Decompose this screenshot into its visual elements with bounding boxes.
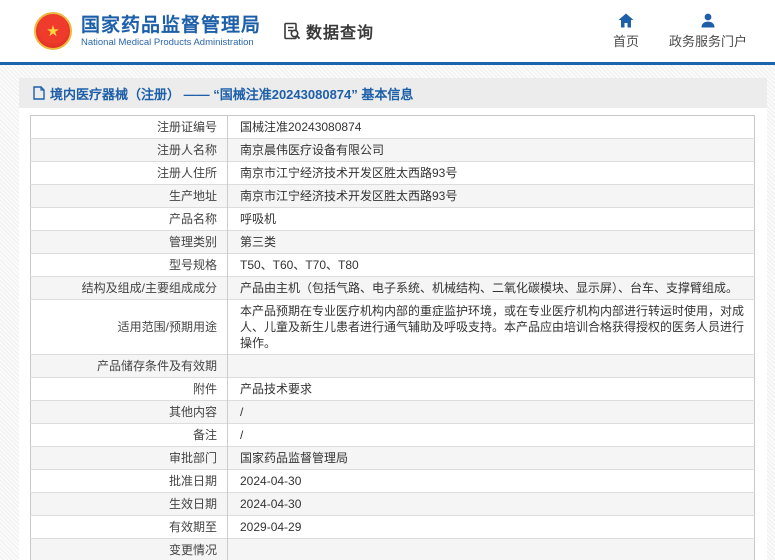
- breadcrumb-text: 境内医疗器械（注册） —— “国械注准20243080874” 基本信息: [50, 84, 413, 103]
- row-label: 生产地址: [31, 185, 228, 208]
- table-row: 审批部门国家药品监督管理局: [31, 447, 755, 470]
- nav-item-portal[interactable]: 政务服务门户: [669, 13, 747, 50]
- top-nav: 首页 政务服务门户: [613, 13, 751, 50]
- row-label: 附件: [31, 378, 228, 401]
- document-search-icon: [283, 22, 302, 41]
- row-value: 2024-04-30: [228, 470, 755, 493]
- table-row: 其他内容/: [31, 401, 755, 424]
- row-value: [228, 355, 755, 378]
- row-label: 产品储存条件及有效期: [31, 355, 228, 378]
- row-value: 国械注准20243080874: [228, 116, 755, 139]
- table-row: 附件产品技术要求: [31, 378, 755, 401]
- site-header: ★ 国家药品监督管理局 National Medical Products Ad…: [0, 0, 775, 62]
- row-label: 产品名称: [31, 208, 228, 231]
- row-label: 有效期至: [31, 516, 228, 539]
- header-divider: [0, 62, 775, 65]
- table-row: 注册证编号国械注准20243080874: [31, 116, 755, 139]
- row-label: 变更情况: [31, 539, 228, 560]
- table-row: 产品名称呼吸机: [31, 208, 755, 231]
- row-label: 注册人住所: [31, 162, 228, 185]
- row-label: 批准日期: [31, 470, 228, 493]
- agency-title-block: 国家药品监督管理局 National Medical Products Admi…: [81, 14, 261, 49]
- row-label: 审批部门: [31, 447, 228, 470]
- row-value: 产品由主机（包括气路、电子系统、机械结构、二氧化碳模块、显示屏）、台车、支撑臂组…: [228, 277, 755, 300]
- star-icon: ★: [46, 24, 59, 39]
- row-value: 2029-04-29: [228, 516, 755, 539]
- table-row: 生效日期2024-04-30: [31, 493, 755, 516]
- nav-home-label: 首页: [613, 31, 639, 50]
- data-query-label: 数据查询: [306, 19, 374, 43]
- user-icon: [700, 13, 716, 28]
- row-label: 注册人名称: [31, 139, 228, 162]
- table-row: 结构及组成/主要组成成分产品由主机（包括气路、电子系统、机械结构、二氧化碳模块、…: [31, 277, 755, 300]
- row-label: 注册证编号: [31, 116, 228, 139]
- row-label: 适用范围/预期用途: [31, 300, 228, 355]
- row-value: T50、T60、T70、T80: [228, 254, 755, 277]
- row-label: 生效日期: [31, 493, 228, 516]
- breadcrumb: 境内医疗器械（注册） —— “国械注准20243080874” 基本信息: [19, 78, 767, 108]
- table-row: 注册人住所南京市江宁经济技术开发区胜太西路93号: [31, 162, 755, 185]
- table-row: 型号规格T50、T60、T70、T80: [31, 254, 755, 277]
- data-query-tab[interactable]: 数据查询: [283, 19, 374, 43]
- agency-name-en: National Medical Products Administration: [81, 37, 261, 49]
- nav-portal-label: 政务服务门户: [669, 31, 747, 50]
- table-row: 生产地址南京市江宁经济技术开发区胜太西路93号: [31, 185, 755, 208]
- row-value: 南京晨伟医疗设备有限公司: [228, 139, 755, 162]
- row-label: 其他内容: [31, 401, 228, 424]
- row-label: 结构及组成/主要组成成分: [31, 277, 228, 300]
- row-label: 型号规格: [31, 254, 228, 277]
- table-row: 有效期至2029-04-29: [31, 516, 755, 539]
- row-value: 南京市江宁经济技术开发区胜太西路93号: [228, 162, 755, 185]
- home-icon: [618, 13, 634, 28]
- row-label: 备注: [31, 424, 228, 447]
- row-value: 第三类: [228, 231, 755, 254]
- row-value: [228, 539, 755, 560]
- national-emblem-logo: ★: [34, 12, 72, 50]
- row-value: 国家药品监督管理局: [228, 447, 755, 470]
- row-label: 管理类别: [31, 231, 228, 254]
- row-value: 呼吸机: [228, 208, 755, 231]
- table-row: 产品储存条件及有效期: [31, 355, 755, 378]
- document-icon: [33, 86, 45, 100]
- registration-table-body: 注册证编号国械注准20243080874注册人名称南京晨伟医疗设备有限公司注册人…: [31, 116, 755, 560]
- content-panel: 境内医疗器械（注册） —— “国械注准20243080874” 基本信息 注册证…: [19, 78, 767, 560]
- table-row: 适用范围/预期用途本产品预期在专业医疗机构内部的重症监护环境，或在专业医疗机构内…: [31, 300, 755, 355]
- registration-info-table: 注册证编号国械注准20243080874注册人名称南京晨伟医疗设备有限公司注册人…: [30, 115, 755, 560]
- nav-item-home[interactable]: 首页: [613, 13, 639, 50]
- table-row: 批准日期2024-04-30: [31, 470, 755, 493]
- table-row: 注册人名称南京晨伟医疗设备有限公司: [31, 139, 755, 162]
- row-value: 南京市江宁经济技术开发区胜太西路93号: [228, 185, 755, 208]
- row-value: 产品技术要求: [228, 378, 755, 401]
- row-value: /: [228, 424, 755, 447]
- table-row: 变更情况: [31, 539, 755, 560]
- table-row: 管理类别第三类: [31, 231, 755, 254]
- row-value: /: [228, 401, 755, 424]
- agency-name: 国家药品监督管理局: [81, 14, 261, 37]
- table-row: 备注/: [31, 424, 755, 447]
- row-value: 本产品预期在专业医疗机构内部的重症监护环境，或在专业医疗机构内部进行转运时使用，…: [228, 300, 755, 355]
- row-value: 2024-04-30: [228, 493, 755, 516]
